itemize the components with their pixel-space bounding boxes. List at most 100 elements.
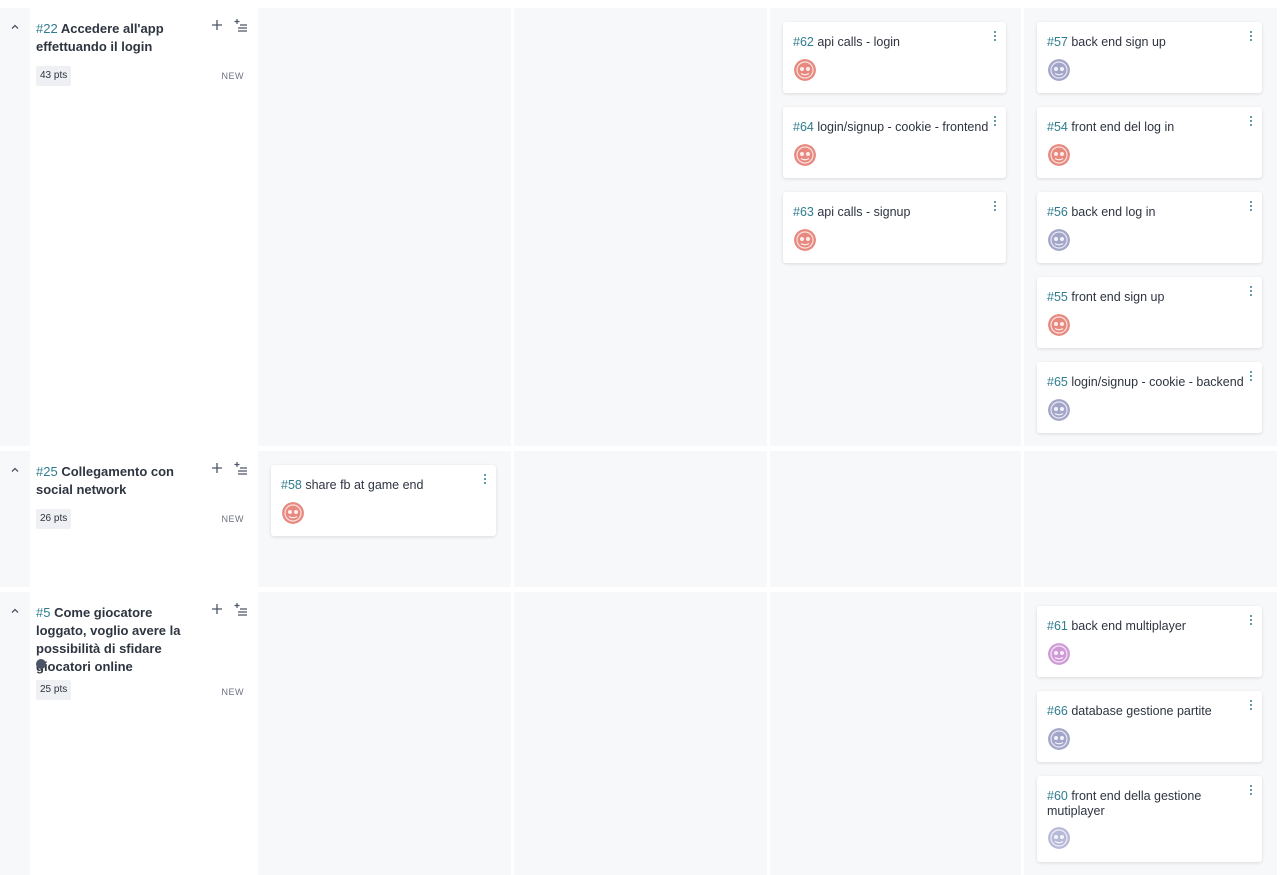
task-ref[interactable]: #54	[1047, 120, 1068, 134]
task-title-text[interactable]: database gestione partite	[1068, 704, 1211, 718]
task-ref[interactable]: #66	[1047, 704, 1068, 718]
status-column-cell	[770, 451, 1021, 587]
kebab-menu-icon[interactable]	[1248, 371, 1254, 383]
bulk-add-icon	[234, 18, 248, 37]
status-column-cell	[1024, 451, 1277, 587]
user-story-title[interactable]: #25 Collegamento con social network	[36, 463, 204, 499]
add-task-button[interactable]	[208, 461, 226, 479]
chevron-up-icon	[8, 604, 22, 618]
task-title[interactable]: #65 login/signup - cookie - backend	[1047, 375, 1248, 390]
user-story-ref[interactable]: #5	[36, 605, 50, 620]
task-ref[interactable]: #56	[1047, 205, 1068, 219]
task-title[interactable]: #57 back end sign up	[1047, 35, 1248, 50]
plus-icon	[211, 602, 223, 620]
task-title[interactable]: #56 back end log in	[1047, 205, 1248, 220]
chevron-up-icon	[8, 20, 22, 34]
task-card[interactable]: #54 front end del log in	[1037, 107, 1262, 178]
status-column-cell: #57 back end sign up #54 front end del lo…	[1024, 8, 1277, 446]
task-card[interactable]: #63 api calls - signup	[783, 192, 1006, 263]
task-title[interactable]: #58 share fb at game end	[281, 478, 482, 493]
task-title-text[interactable]: login/signup - cookie - backend	[1068, 375, 1243, 389]
user-avatar-icon	[1048, 399, 1070, 421]
collapse-toggle[interactable]	[8, 463, 22, 477]
kebab-menu-icon[interactable]	[992, 116, 998, 128]
task-ref[interactable]: #61	[1047, 619, 1068, 633]
user-story-title[interactable]: #5 Come giocatore loggato, voglio avere …	[36, 604, 204, 676]
status-label[interactable]: NEW	[222, 514, 245, 524]
collapse-toggle[interactable]	[8, 604, 22, 618]
task-title-text[interactable]: back end log in	[1068, 205, 1155, 219]
task-title-text[interactable]: login/signup - cookie - frontend	[814, 120, 988, 134]
user-story-title[interactable]: #22 Accedere all'app effettuando il logi…	[36, 20, 204, 56]
kebab-menu-icon[interactable]	[992, 201, 998, 213]
user-story-cell: #5 Come giocatore loggato, voglio avere …	[30, 592, 256, 875]
user-story-cell: #25 Collegamento con social network 26 pt…	[30, 451, 256, 587]
kebab-menu-icon[interactable]	[1248, 201, 1254, 213]
kebab-menu-icon[interactable]	[482, 474, 488, 486]
task-title-text[interactable]: back end multiplayer	[1068, 619, 1186, 633]
task-title-text[interactable]: api calls - login	[814, 35, 900, 49]
status-label[interactable]: NEW	[222, 687, 245, 697]
user-avatar-icon	[794, 229, 816, 251]
task-title-text[interactable]: api calls - signup	[814, 205, 910, 219]
task-title[interactable]: #60 front end della gestione mutiplayer	[1047, 789, 1248, 819]
status-column-cell	[514, 592, 767, 875]
task-card[interactable]: #55 front end sign up	[1037, 277, 1262, 348]
user-story-cell: #22 Accedere all'app effettuando il logi…	[30, 8, 256, 446]
bulk-add-button[interactable]	[232, 18, 250, 36]
task-ref[interactable]: #57	[1047, 35, 1068, 49]
user-avatar-icon	[1048, 144, 1070, 166]
task-card[interactable]: #65 login/signup - cookie - backend	[1037, 362, 1262, 433]
task-title[interactable]: #64 login/signup - cookie - frontend	[793, 120, 992, 135]
task-card[interactable]: #66 database gestione partite	[1037, 691, 1262, 762]
tag-dot	[36, 659, 46, 669]
task-title-text[interactable]: front end della gestione mutiplayer	[1047, 789, 1201, 818]
task-ref[interactable]: #63	[793, 205, 814, 219]
user-story-title-text[interactable]: Come giocatore loggato, voglio avere la …	[36, 605, 180, 674]
task-ref[interactable]: #62	[793, 35, 814, 49]
task-ref[interactable]: #58	[281, 478, 302, 492]
bulk-add-button[interactable]	[232, 461, 250, 479]
kebab-menu-icon[interactable]	[1248, 700, 1254, 712]
task-ref[interactable]: #60	[1047, 789, 1068, 803]
kebab-menu-icon[interactable]	[1248, 785, 1254, 797]
kebab-menu-icon[interactable]	[1248, 116, 1254, 128]
task-title[interactable]: #55 front end sign up	[1047, 290, 1248, 305]
user-story-ref[interactable]: #25	[36, 464, 58, 479]
add-task-button[interactable]	[208, 18, 226, 36]
user-story-ref[interactable]: #22	[36, 21, 58, 36]
task-card[interactable]: #64 login/signup - cookie - frontend	[783, 107, 1006, 178]
user-avatar-icon	[1048, 643, 1070, 665]
kebab-menu-icon[interactable]	[992, 31, 998, 43]
kanban-board: #22 Accedere all'app effettuando il logi…	[0, 0, 1280, 875]
status-column-cell	[258, 592, 511, 875]
task-card[interactable]: #60 front end della gestione mutiplayer	[1037, 776, 1262, 862]
task-title[interactable]: #61 back end multiplayer	[1047, 619, 1248, 634]
task-card[interactable]: #56 back end log in	[1037, 192, 1262, 263]
task-card[interactable]: #57 back end sign up	[1037, 22, 1262, 93]
task-title-text[interactable]: back end sign up	[1068, 35, 1166, 49]
task-card[interactable]: #58 share fb at game end	[271, 465, 496, 536]
status-column-cell	[770, 592, 1021, 875]
task-title-text[interactable]: share fb at game end	[302, 478, 423, 492]
task-title[interactable]: #62 api calls - login	[793, 35, 992, 50]
task-title-text[interactable]: front end del log in	[1068, 120, 1174, 134]
task-card[interactable]: #61 back end multiplayer	[1037, 606, 1262, 677]
task-title[interactable]: #54 front end del log in	[1047, 120, 1248, 135]
kebab-menu-icon[interactable]	[1248, 31, 1254, 43]
status-column-cell	[514, 451, 767, 587]
kebab-menu-icon[interactable]	[1248, 615, 1254, 627]
task-ref[interactable]: #55	[1047, 290, 1068, 304]
task-title-text[interactable]: front end sign up	[1068, 290, 1164, 304]
collapse-toggle[interactable]	[8, 20, 22, 34]
task-title[interactable]: #66 database gestione partite	[1047, 704, 1248, 719]
task-card[interactable]: #62 api calls - login	[783, 22, 1006, 93]
bulk-add-button[interactable]	[232, 602, 250, 620]
status-label[interactable]: NEW	[222, 71, 245, 81]
task-title[interactable]: #63 api calls - signup	[793, 205, 992, 220]
status-column-cell: #61 back end multiplayer #66 database ges…	[1024, 592, 1277, 875]
task-ref[interactable]: #65	[1047, 375, 1068, 389]
add-task-button[interactable]	[208, 602, 226, 620]
task-ref[interactable]: #64	[793, 120, 814, 134]
kebab-menu-icon[interactable]	[1248, 286, 1254, 298]
